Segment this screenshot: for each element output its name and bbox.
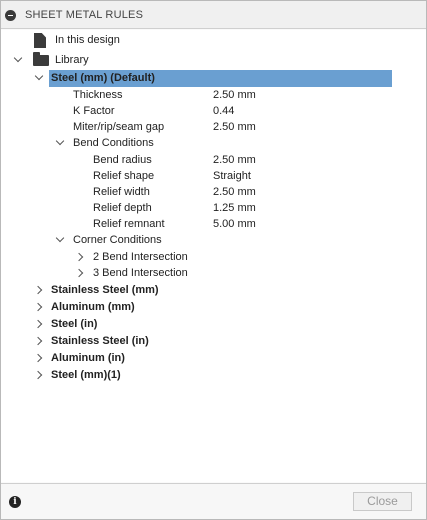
chevron-right-icon[interactable] xyxy=(74,268,84,278)
property-label: Miter/rip/seam gap xyxy=(73,121,165,133)
panel-title: SHEET METAL RULES xyxy=(25,9,144,21)
property-row-miter-gap[interactable]: Miter/rip/seam gap 2.50 mm xyxy=(1,119,426,135)
tree-item-label: 2 Bend Intersection xyxy=(93,251,188,263)
property-label: Relief depth xyxy=(93,202,152,214)
property-row-relief-remnant[interactable]: Relief remnant 5.00 mm xyxy=(1,216,426,232)
chevron-right-icon[interactable] xyxy=(33,370,43,380)
tree-item-corner-conditions[interactable]: Corner Conditions xyxy=(1,232,426,248)
tree-item-label: In this design xyxy=(55,34,120,46)
property-row-relief-depth[interactable]: Relief depth 1.25 mm xyxy=(1,200,426,216)
tree-item-rule[interactable]: Aluminum (mm) xyxy=(1,299,426,315)
property-row-relief-shape[interactable]: Relief shape Straight xyxy=(1,168,426,184)
chevron-right-icon[interactable] xyxy=(33,336,43,346)
panel-header: SHEET METAL RULES xyxy=(1,1,426,29)
chevron-right-icon[interactable] xyxy=(33,353,43,363)
rule-label: Stainless Steel (in) xyxy=(51,335,149,347)
tree-item-rule[interactable]: Aluminum (in) xyxy=(1,350,426,366)
property-label: Relief remnant xyxy=(93,218,165,230)
rules-tree: In this design Library Steel (mm) (Defau… xyxy=(1,30,426,482)
sheet-metal-rules-panel: SHEET METAL RULES In this design Library… xyxy=(0,0,427,520)
rule-label: Stainless Steel (mm) xyxy=(51,284,159,296)
selected-rule-label: Steel (mm) (Default) xyxy=(51,72,155,84)
group-label: Corner Conditions xyxy=(73,234,162,246)
rule-label: Aluminum (in) xyxy=(51,352,125,364)
chevron-right-icon[interactable] xyxy=(33,302,43,312)
collapse-icon[interactable] xyxy=(5,10,16,21)
tree-item-rule[interactable]: Steel (in) xyxy=(1,316,426,332)
tree-item-in-this-design[interactable]: In this design xyxy=(1,32,426,48)
chevron-down-icon[interactable] xyxy=(34,71,44,81)
property-value: 1.25 mm xyxy=(213,202,256,214)
property-row-bend-radius[interactable]: Bend radius 2.50 mm xyxy=(1,152,426,168)
tree-item-label: 3 Bend Intersection xyxy=(93,267,188,279)
tree-item-2-bend-intersection[interactable]: 2 Bend Intersection xyxy=(1,249,426,265)
property-value: Straight xyxy=(213,170,251,182)
rule-label: Steel (mm)(1) xyxy=(51,369,121,381)
tree-item-steel-mm-default[interactable]: Steel (mm) (Default) xyxy=(1,70,426,86)
property-label: Thickness xyxy=(73,89,123,101)
property-value: 5.00 mm xyxy=(213,218,256,230)
chevron-right-icon[interactable] xyxy=(33,319,43,329)
close-button[interactable]: Close xyxy=(353,492,412,511)
property-value: 0.44 xyxy=(213,105,235,117)
chevron-down-icon[interactable] xyxy=(55,233,65,243)
property-label: Bend radius xyxy=(93,154,152,166)
group-label: Bend Conditions xyxy=(73,137,154,149)
property-value: 2.50 mm xyxy=(213,121,256,133)
tree-item-label: Library xyxy=(55,54,89,66)
chevron-right-icon[interactable] xyxy=(33,285,43,295)
chevron-down-icon[interactable] xyxy=(13,53,23,63)
info-icon[interactable]: i xyxy=(9,496,21,508)
rule-label: Steel (in) xyxy=(51,318,98,330)
chevron-down-icon[interactable] xyxy=(55,136,65,146)
property-value: 2.50 mm xyxy=(213,186,256,198)
tree-item-rule[interactable]: Stainless Steel (mm) xyxy=(1,282,426,298)
property-label: K Factor xyxy=(73,105,115,117)
property-row-relief-width[interactable]: Relief width 2.50 mm xyxy=(1,184,426,200)
property-row-thickness[interactable]: Thickness 2.50 mm xyxy=(1,87,426,103)
document-icon xyxy=(34,33,46,48)
property-value: 2.50 mm xyxy=(213,89,256,101)
panel-footer: i Close xyxy=(1,483,426,519)
property-row-k-factor[interactable]: K Factor 0.44 xyxy=(1,103,426,119)
property-value: 2.50 mm xyxy=(213,154,256,166)
rule-label: Aluminum (mm) xyxy=(51,301,135,313)
tree-item-rule[interactable]: Steel (mm)(1) xyxy=(1,367,426,383)
property-label: Relief width xyxy=(93,186,150,198)
property-label: Relief shape xyxy=(93,170,155,182)
tree-item-rule[interactable]: Stainless Steel (in) xyxy=(1,333,426,349)
tree-item-3-bend-intersection[interactable]: 3 Bend Intersection xyxy=(1,265,426,281)
tree-item-bend-conditions[interactable]: Bend Conditions xyxy=(1,135,426,151)
chevron-right-icon[interactable] xyxy=(74,252,84,262)
tree-item-library[interactable]: Library xyxy=(1,52,426,68)
folder-icon xyxy=(33,52,49,66)
